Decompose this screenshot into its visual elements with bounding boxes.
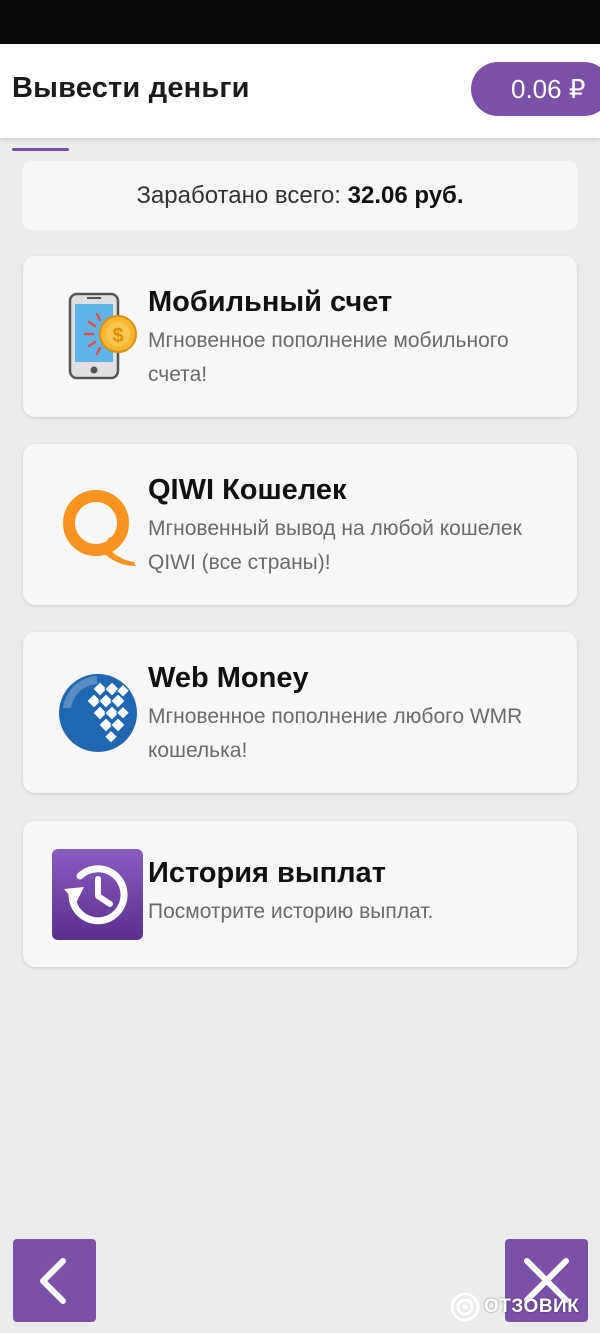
option-history[interactable]: История выплат Посмотрите историю выплат…	[23, 821, 577, 967]
option-title: Мобильный счет	[148, 286, 393, 318]
mobile-phone-coin-icon: $	[68, 292, 137, 380]
watermark-text: ОТЗОВИК	[484, 1296, 580, 1317]
back-button[interactable]	[13, 1239, 96, 1322]
chevron-left-icon	[40, 1258, 66, 1304]
balance-badge[interactable]: 0.06 ₽	[471, 62, 600, 116]
option-title: QIWI Кошелек	[148, 474, 347, 506]
svg-text:$: $	[112, 325, 123, 347]
status-bar	[0, 0, 600, 44]
option-description: Мгновенный вывод на любой кошелек QIWI (…	[148, 517, 522, 574]
history-icon	[52, 849, 143, 940]
page-title: Вывести деньги	[12, 72, 250, 104]
title-underline	[12, 148, 69, 151]
watermark-logo-icon	[450, 1292, 480, 1322]
option-description: Мгновенное пополнение любого WMR кошельк…	[148, 705, 523, 762]
option-mobile[interactable]: $ Мобильный счет Мгновенное пополнение м…	[23, 256, 577, 417]
webmoney-logo-icon	[59, 674, 137, 752]
earned-label: Заработано всего:	[136, 182, 341, 209]
option-title: Web Money	[148, 662, 309, 694]
option-description: Мгновенное пополнение мобильного счета!	[148, 329, 509, 386]
option-description: Посмотрите историю выплат.	[148, 900, 434, 923]
earned-value: 32.06 руб.	[347, 182, 464, 209]
option-title: История выплат	[148, 857, 386, 889]
qiwi-logo-icon	[63, 490, 136, 566]
watermark: ОТЗОВИК	[450, 1291, 579, 1323]
option-webmoney[interactable]: Web Money Мгновенное пополнение любого W…	[23, 632, 577, 793]
option-qiwi[interactable]: QIWI Кошелек Мгновенный вывод на любой к…	[23, 444, 577, 605]
earned-total-card: Заработано всего: 32.06 руб.	[22, 161, 578, 230]
